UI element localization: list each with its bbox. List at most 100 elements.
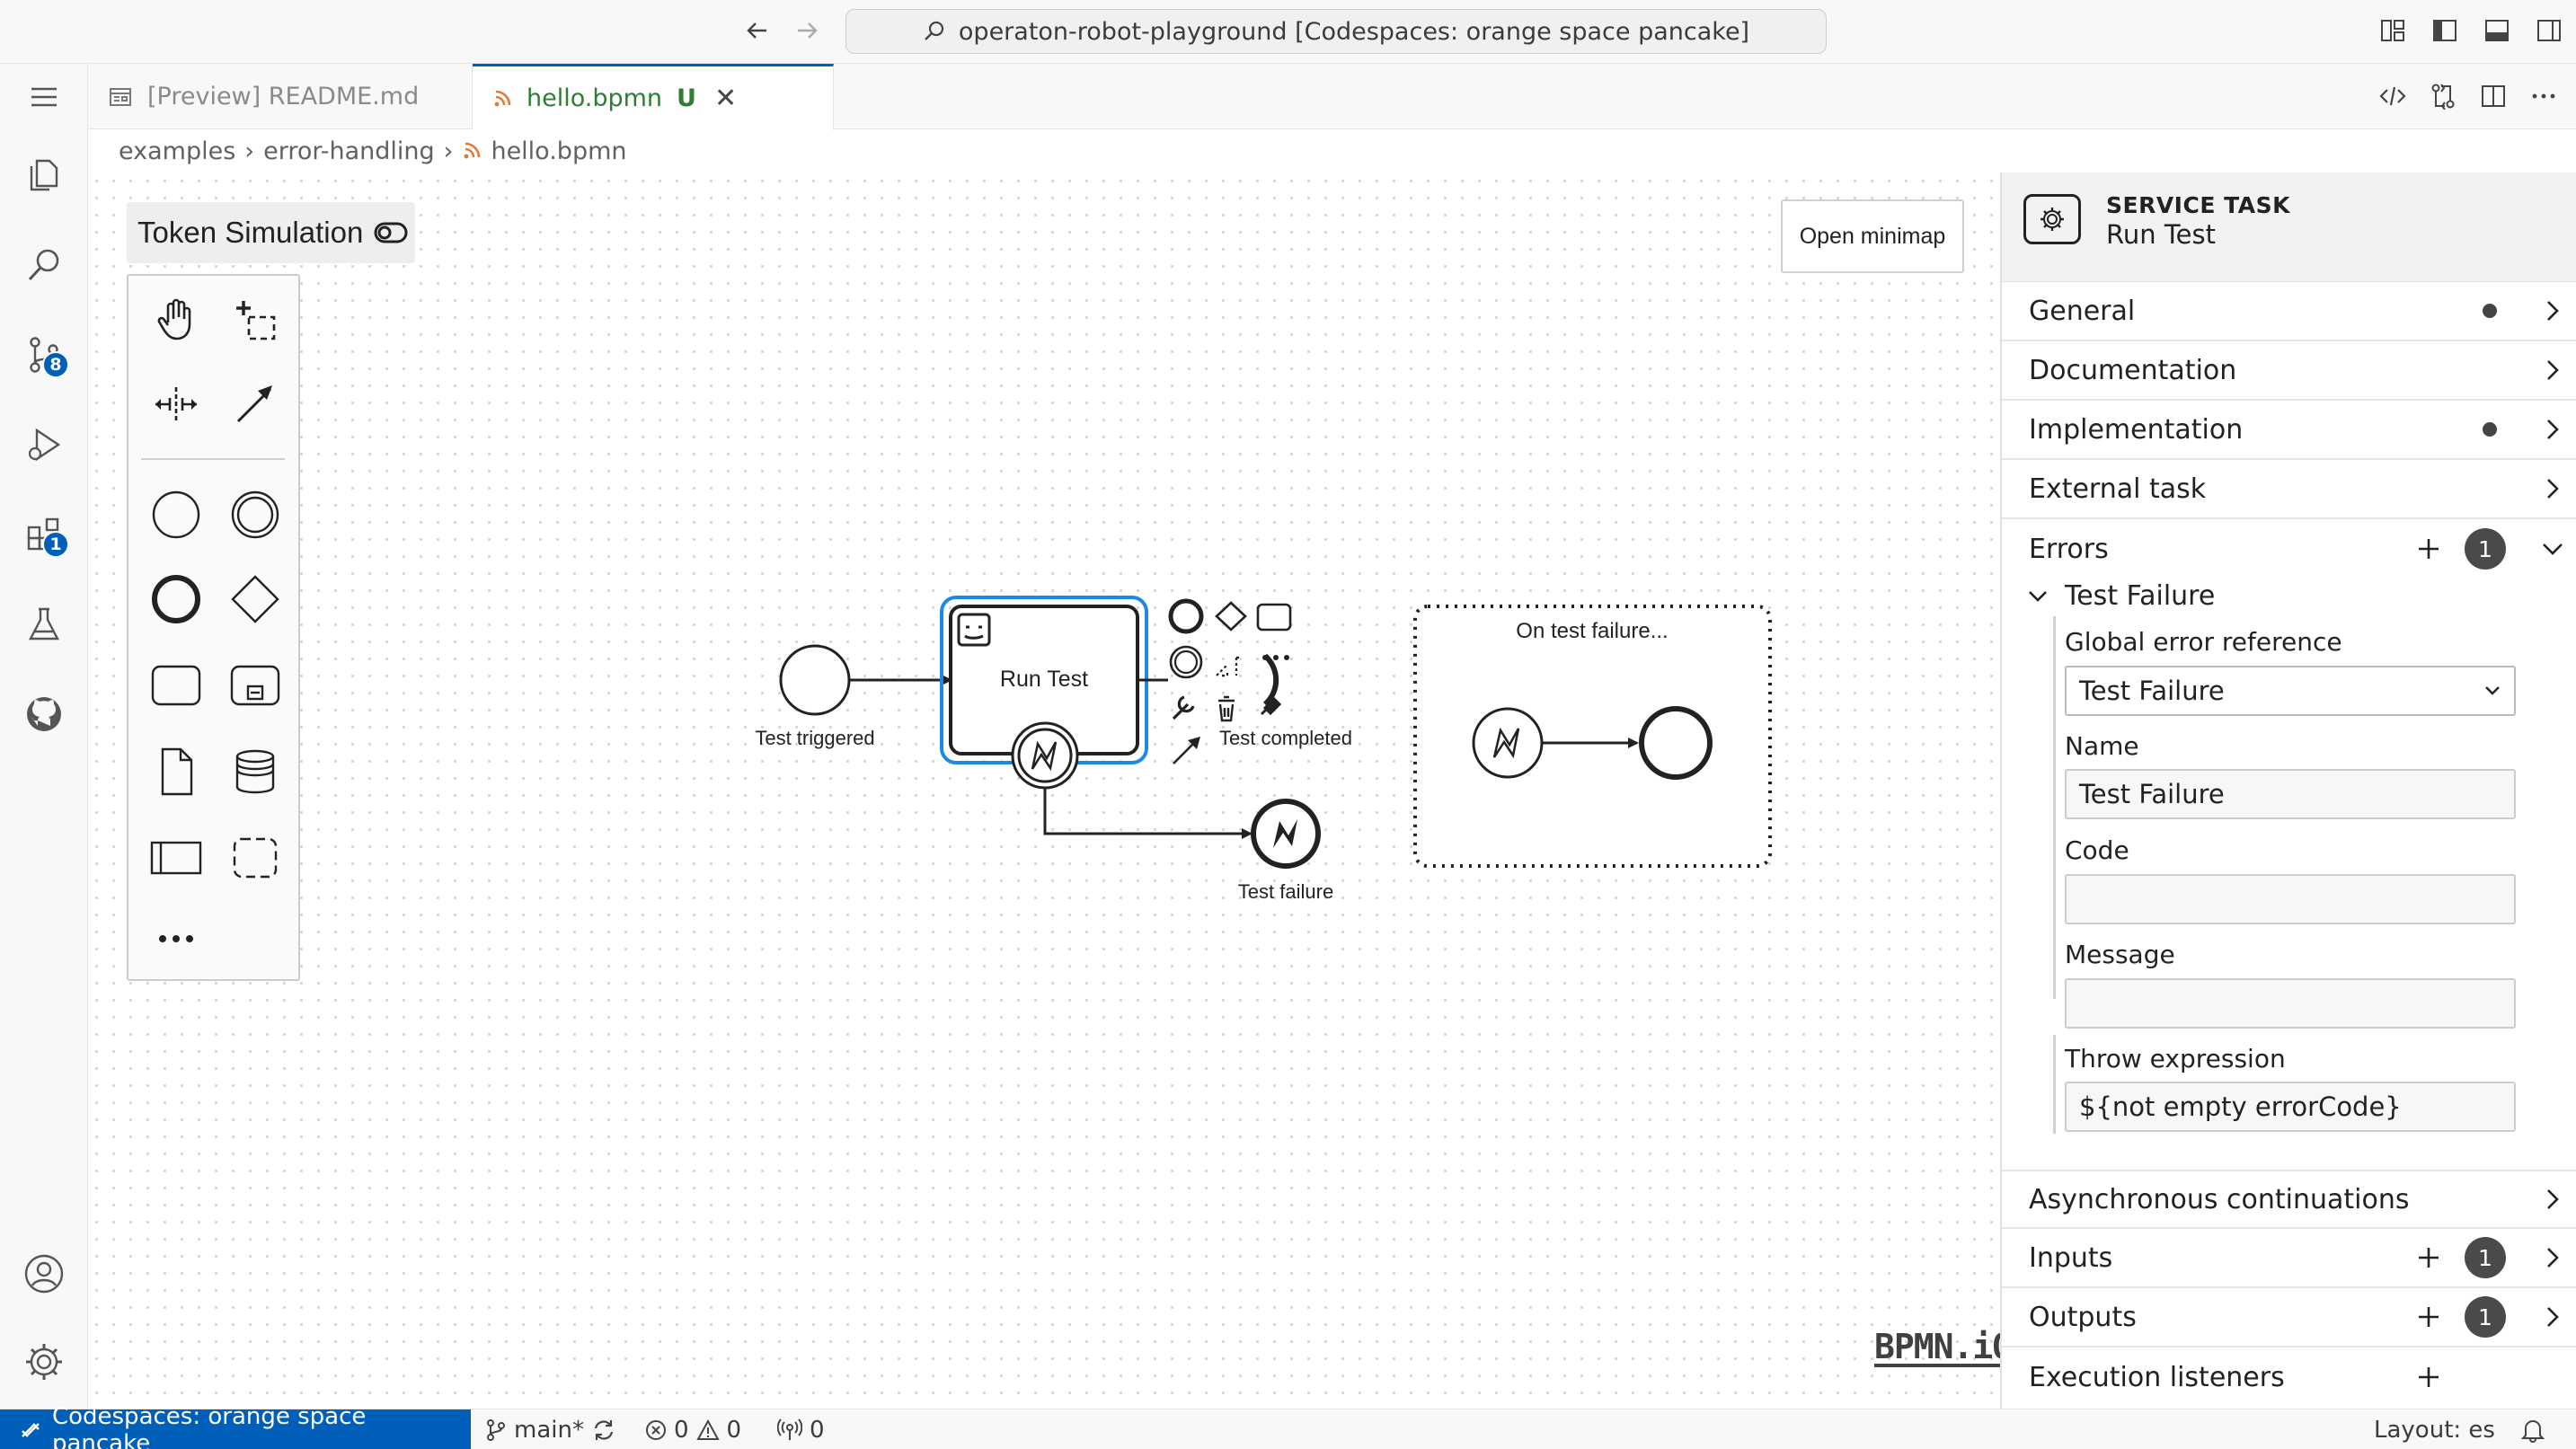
- error-count: 0: [674, 1416, 689, 1444]
- group-inputs[interactable]: Inputs 1: [2002, 1229, 2576, 1288]
- append-task-icon[interactable]: [1256, 603, 1292, 632]
- group-outputs[interactable]: Outputs 1: [2002, 1288, 2576, 1347]
- completed-end-event[interactable]: [1262, 653, 1279, 707]
- event-subprocess[interactable]: [1413, 605, 1772, 868]
- error-icon: [646, 1419, 666, 1440]
- status-bar: Codespaces: orange space pancake main* 0…: [0, 1403, 2576, 1449]
- properties-header: SERVICE TASK Run Test: [2002, 172, 2576, 282]
- layout-label: Layout: es: [2374, 1416, 2495, 1444]
- text-annotation-icon[interactable]: [1216, 656, 1242, 677]
- toggle-panel-icon[interactable]: [2481, 14, 2513, 47]
- notifications-bell-icon[interactable]: [2521, 1409, 2545, 1449]
- ports-count: 0: [810, 1416, 825, 1444]
- group-async-continuations[interactable]: Asynchronous continuations: [2002, 1170, 2576, 1229]
- start-event[interactable]: [779, 644, 851, 716]
- list-item-indent-bar: [2053, 616, 2056, 999]
- ports-indicator[interactable]: 0: [777, 1409, 825, 1449]
- code-label: Code: [2065, 835, 2129, 865]
- group-errors[interactable]: Errors 1: [2002, 519, 2576, 579]
- throw-expression-field[interactable]: ${not empty errorCode}: [2065, 1082, 2516, 1132]
- error-item-header[interactable]: Test Failure: [2027, 580, 2215, 612]
- remote-icon: [22, 1422, 40, 1437]
- remote-label: Codespaces: orange space pancake: [51, 1402, 367, 1449]
- error-sequence-flow[interactable]: [1043, 788, 1253, 839]
- subprocess-label: On test failure...: [1516, 619, 1668, 643]
- split-editor-icon[interactable]: [2479, 82, 2508, 110]
- throw-expression-label: Throw expression: [2065, 1044, 2286, 1073]
- error-end-event-label: Test failure: [1238, 880, 1333, 903]
- error-name-field[interactable]: Test Failure: [2065, 769, 2516, 819]
- chevron-down-icon: [2540, 536, 2565, 561]
- append-end-event-icon[interactable]: [1168, 598, 1204, 634]
- change-type-wrench-icon[interactable]: [1172, 695, 1195, 720]
- group-label: Outputs: [2029, 1301, 2137, 1333]
- name-label: Name: [2065, 731, 2139, 761]
- append-gateway-icon[interactable]: [1215, 601, 1247, 632]
- group-label: General: [2029, 295, 2136, 327]
- bpmn-io-logo[interactable]: BPMN.iO: [1874, 1330, 2013, 1367]
- element-type: SERVICE TASK: [2106, 192, 2290, 218]
- group-label: Errors: [2029, 533, 2109, 565]
- chevron-down-icon: [2029, 590, 2047, 602]
- chevron-down-icon: [2485, 686, 2500, 695]
- color-picker-icon[interactable]: [1260, 696, 1282, 716]
- outputs-count-badge: 1: [2465, 1296, 2506, 1338]
- branch-indicator[interactable]: main*: [485, 1409, 616, 1449]
- more-actions-icon[interactable]: [2529, 82, 2558, 110]
- service-task-gear-icon: [2023, 194, 2081, 244]
- end-event-label: Test completed: [1219, 727, 1352, 749]
- subprocess-end-event[interactable]: [1639, 706, 1713, 780]
- broadcast-icon: [777, 1418, 802, 1440]
- toggle-primary-sidebar-icon[interactable]: [2429, 14, 2461, 47]
- data-marker-dot: [2483, 304, 2497, 318]
- add-input-plus-icon[interactable]: [2414, 1243, 2443, 1272]
- group-documentation[interactable]: Documentation: [2002, 341, 2576, 401]
- warning-icon: [695, 1418, 720, 1440]
- error-message-field[interactable]: [2065, 978, 2516, 1029]
- warning-count: 0: [726, 1416, 742, 1444]
- layout-controls: [2377, 14, 2565, 47]
- group-label: Asynchronous continuations: [2029, 1183, 2410, 1215]
- inputs-count-badge: 1: [2465, 1237, 2506, 1278]
- list-item-indent-bar: [2053, 1035, 2056, 1134]
- keyboard-layout-indicator[interactable]: Layout: es: [2374, 1409, 2495, 1449]
- group-label: Execution listeners: [2029, 1361, 2285, 1393]
- group-label: Implementation: [2029, 413, 2244, 446]
- git-branch-icon: [487, 1418, 505, 1441]
- chevron-right-icon: [2540, 1245, 2565, 1270]
- data-marker-dot: [2483, 422, 2497, 437]
- code-view-icon[interactable]: [2378, 82, 2407, 110]
- add-listener-plus-icon[interactable]: [2414, 1363, 2443, 1392]
- start-event-label: Test triggered: [755, 727, 874, 749]
- error-item-test-failure: Test Failure Global error reference Test…: [2002, 577, 2576, 1029]
- chevron-right-icon: [2540, 417, 2565, 442]
- open-changes-icon[interactable]: [2429, 82, 2457, 110]
- properties-panel: SERVICE TASK Run Test General Documentat…: [2000, 172, 2576, 1409]
- error-code-field[interactable]: [2065, 874, 2516, 924]
- group-label: Inputs: [2029, 1241, 2113, 1274]
- problems-indicator[interactable]: 0 0: [645, 1409, 741, 1449]
- delete-trash-icon[interactable]: [1218, 695, 1235, 722]
- chevron-right-icon: [2540, 1304, 2565, 1330]
- more-options-icon[interactable]: [1262, 655, 1289, 660]
- group-external-task[interactable]: External task: [2002, 460, 2576, 519]
- chevron-right-icon: [2540, 298, 2565, 323]
- add-error-plus-icon[interactable]: [2414, 535, 2443, 563]
- group-general[interactable]: General: [2002, 282, 2576, 341]
- sync-icon[interactable]: [591, 1418, 616, 1443]
- group-implementation[interactable]: Implementation: [2002, 401, 2576, 460]
- error-item-title: Test Failure: [2065, 580, 2216, 612]
- customize-layout-icon[interactable]: [2377, 14, 2409, 47]
- global-error-reference-select[interactable]: Test Failure: [2065, 666, 2516, 716]
- task-label: Run Test: [1000, 667, 1088, 692]
- connect-arrow-icon[interactable]: [1173, 741, 1196, 764]
- message-label: Message: [2065, 940, 2175, 969]
- bpmn-diagram: Test triggered Run Test Test completed T…: [755, 596, 1772, 903]
- errors-count-badge: 1: [2465, 528, 2506, 570]
- add-output-plus-icon[interactable]: [2414, 1303, 2443, 1331]
- remote-indicator[interactable]: Codespaces: orange space pancake: [0, 1403, 471, 1449]
- group-execution-listeners[interactable]: Execution listeners: [2002, 1347, 2576, 1407]
- global-error-reference-label: Global error reference: [2065, 627, 2342, 657]
- editor-actions: [2378, 82, 2558, 110]
- toggle-secondary-sidebar-icon[interactable]: [2533, 14, 2565, 47]
